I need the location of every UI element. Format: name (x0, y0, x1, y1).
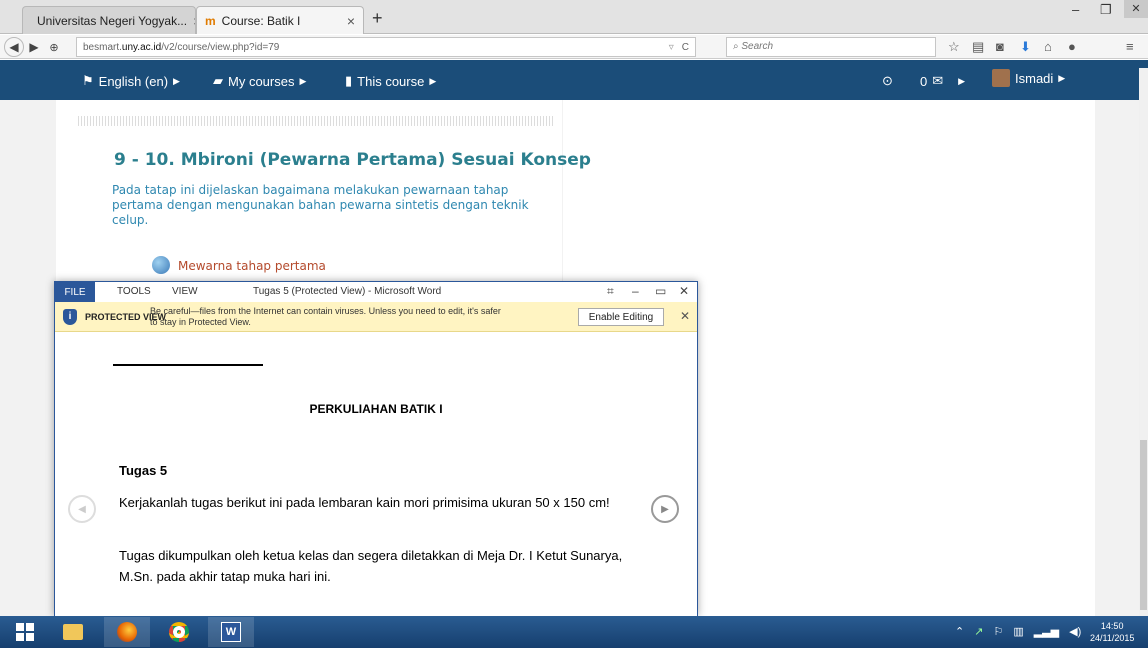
url-prefix: besmart. (83, 41, 122, 53)
my-courses-label: My courses (228, 73, 295, 89)
browser-tab-strip: Universitas Negeri Yogyak... × m Course:… (0, 0, 1148, 34)
reload-icon[interactable]: C (682, 42, 689, 53)
section-title: 9 - 10. Mbironi (Pewarna Pertama) Sesuai… (114, 150, 591, 170)
close-icon[interactable]: ✕ (679, 284, 689, 298)
close-icon[interactable]: ✕ (680, 309, 690, 323)
my-courses-menu[interactable]: ▰ My courses ▶ (213, 73, 306, 89)
file-explorer-icon[interactable] (50, 617, 96, 647)
chevron-up-icon[interactable]: ⌃ (955, 625, 964, 638)
word-document: PERKULIAHAN BATIK I Tugas 5 Kerjakanlah … (55, 333, 697, 616)
close-tab-icon[interactable]: × (347, 13, 355, 29)
briefcase-icon: ▰ (213, 73, 223, 88)
moodle-icon: m (205, 13, 216, 28)
user-menu[interactable]: Ismadi ▶ (992, 69, 1065, 87)
word-tools-menu[interactable]: TOOLS (117, 286, 151, 297)
network-icon[interactable]: ▥ (1013, 625, 1023, 638)
enable-editing-button[interactable]: Enable Editing (578, 308, 664, 326)
shield-icon: i (63, 309, 77, 325)
avatar (992, 69, 1010, 87)
caret-right-icon: ▶ (173, 75, 180, 86)
envelope-icon: ✉ (932, 73, 944, 88)
section-description: Pada tatap ini dijelaskan bagaimana mela… (112, 183, 529, 227)
volume-icon[interactable]: ◀) (1069, 625, 1081, 638)
fullscreen-icon[interactable]: ⌗ (607, 284, 614, 299)
caret-right-icon: ▶ (429, 75, 437, 86)
taskbar-clock[interactable]: 14:50 24/11/2015 (1090, 620, 1134, 644)
forward-icon[interactable]: ▶ (24, 37, 44, 57)
section-divider (78, 116, 554, 126)
language-label: English (en) (98, 73, 169, 89)
back-icon[interactable]: ◀ (4, 37, 24, 57)
windows-taskbar: W ⌃ ↗ ⚐ ▥ ▂▃▅ ◀) 14:50 24/11/2015 (0, 616, 1148, 648)
bookmark-star-icon[interactable]: ☆ (948, 39, 960, 55)
book-icon: ▮ (345, 73, 353, 88)
word-title-bar: FILE TOOLS VIEW Tugas 5 (Protected View)… (55, 282, 697, 302)
home-icon[interactable]: ⌂ (1044, 39, 1052, 54)
word-window-title: Tugas 5 (Protected View) - Microsoft Wor… (253, 286, 442, 297)
close-window-icon[interactable]: ✕ (1124, 0, 1148, 18)
firefox-icon[interactable] (104, 617, 150, 647)
caret-right-icon: ▶ (958, 75, 966, 86)
downloads-icon[interactable]: ⬇ (1020, 39, 1031, 55)
chat-icon[interactable]: ● (1068, 39, 1076, 54)
tab-uny[interactable]: Universitas Negeri Yogyak... × (22, 6, 196, 34)
clock-time: 14:50 (1100, 621, 1124, 631)
url-host: uny.ac.id (121, 41, 162, 53)
word-view-menu[interactable]: VIEW (172, 286, 198, 297)
this-course-menu[interactable]: ▮ This course ▶ (345, 73, 436, 89)
sync-icon[interactable]: ↗ (974, 625, 983, 638)
menu-icon[interactable]: ≡ (1126, 39, 1134, 54)
flag-icon[interactable]: ⚐ (993, 625, 1003, 638)
protected-view-message: Be careful—files from the Internet can c… (150, 306, 501, 327)
caret-right-icon: ▶ (299, 75, 307, 86)
url-bar[interactable]: besmart. uny.ac.id/v2/course/view.php?id=… (76, 37, 696, 57)
word-window: FILE TOOLS VIEW Tugas 5 (Protected View)… (54, 281, 698, 616)
url-path: /v2/course/view.php?id=79 (161, 41, 280, 53)
page-scrollbar-thumb[interactable] (1140, 440, 1147, 610)
tab-label: Course: Batik I (221, 13, 301, 28)
clock-date: 24/11/2015 (1090, 633, 1135, 643)
user-name: Ismadi (1015, 70, 1054, 86)
messages-menu[interactable]: 0 ✉ ▶ (920, 73, 965, 89)
new-tab-icon[interactable]: + (372, 8, 383, 29)
maximize-icon[interactable]: ▭ (655, 284, 666, 298)
word-icon[interactable]: W (208, 617, 254, 647)
document-paragraph: Kerjakanlah tugas berikut ini pada lemba… (119, 495, 610, 510)
caret-right-icon: ▶ (1058, 72, 1066, 83)
minimize-icon[interactable]: – (632, 284, 639, 298)
document-paragraph: Tugas dikumpulkan oleh ketua kelas dan s… (119, 548, 623, 584)
document-heading: PERKULIAHAN BATIK I (309, 402, 443, 416)
signal-icon[interactable]: ▂▃▅ (1034, 625, 1059, 638)
windows-start-icon[interactable] (4, 617, 46, 647)
pocket-icon[interactable]: ◙ (996, 39, 1004, 54)
reading-list-icon[interactable]: ▤ (972, 39, 984, 55)
next-page-icon[interactable]: ▶ (651, 495, 679, 523)
protected-view-bar: i PROTECTED VIEW Be careful—files from t… (55, 302, 697, 332)
moodle-navbar: ⚑ English (en) ▶ ▰ My courses ▶ ▮ This c… (0, 60, 1148, 100)
language-menu[interactable]: ⚑ English (en) ▶ (82, 73, 180, 89)
document-subheading: Tugas 5 (119, 463, 168, 478)
search-input[interactable]: ⌕ Search (726, 37, 936, 57)
resource-link[interactable]: Mewarna tahap pertama (178, 259, 326, 273)
notifications-icon[interactable]: ⊙ (882, 73, 893, 89)
restore-icon[interactable]: ❐ (1100, 2, 1112, 18)
resource-file-icon[interactable] (152, 256, 170, 274)
messages-count: 0 (920, 73, 928, 89)
tab-course-batik[interactable]: m Course: Batik I × (196, 6, 364, 34)
site-info-icon[interactable]: ⊕ (44, 37, 64, 57)
system-tray: ⌃ ↗ ⚐ ▥ ▂▃▅ ◀) (955, 625, 1081, 638)
dropdown-arrow-icon[interactable]: ▿ (669, 42, 674, 53)
search-placeholder: Search (741, 41, 774, 52)
word-file-menu[interactable]: FILE (55, 282, 95, 302)
browser-nav-bar: ◀ ▶ ⊕ besmart. uny.ac.id/v2/course/view.p… (0, 35, 1148, 59)
this-course-label: This course (357, 73, 425, 89)
minimize-icon[interactable]: – (1072, 2, 1079, 17)
tab-label: Universitas Negeri Yogyak... (37, 13, 188, 28)
previous-page-icon[interactable]: ◀ (68, 495, 96, 523)
chrome-icon[interactable] (156, 617, 202, 647)
flag-icon: ⚑ (82, 73, 94, 88)
header-rule (113, 364, 263, 366)
